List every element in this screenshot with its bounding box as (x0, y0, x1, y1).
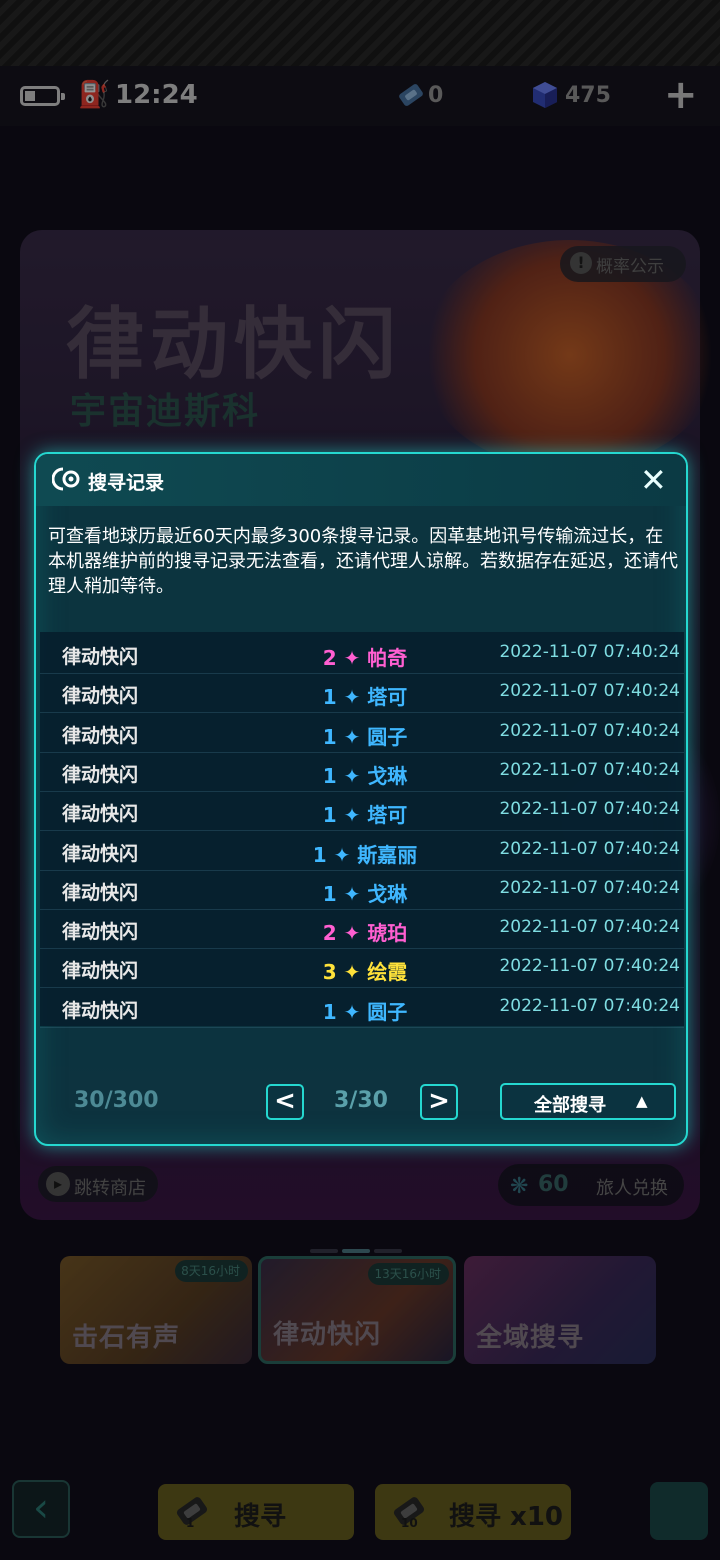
record-character: 圆子 (367, 999, 408, 1024)
record-time: 2022-11-07 07:40:24 (499, 877, 680, 898)
record-time: 2022-11-07 07:40:24 (499, 956, 680, 977)
star-icon: ✦ (336, 881, 368, 906)
star-icon: ✦ (326, 842, 358, 867)
record-character: 戈琳 (367, 881, 408, 906)
record-character: 戈琳 (367, 763, 408, 788)
record-result: 1 ✦ 斯嘉丽 (250, 839, 480, 868)
table-row: 律动快闪 1 ✦ 塔可 2022-11-07 07:40:24 (40, 673, 684, 714)
record-result: 1 ✦ 塔可 (250, 799, 480, 828)
page-indicator: 3/30 (334, 1088, 388, 1113)
record-stars: 1 (322, 881, 337, 906)
record-result: 1 ✦ 戈琳 (250, 760, 480, 789)
record-banner: 律动快闪 (62, 685, 139, 708)
star-icon: ✦ (336, 763, 368, 788)
record-stars: 1 (322, 724, 337, 749)
table-row: 律动快闪 1 ✦ 戈琳 2022-11-07 07:40:24 (40, 752, 684, 792)
record-time: 2022-11-07 07:40:24 (499, 838, 680, 859)
record-character: 绘霞 (367, 960, 408, 985)
table-row: 律动快闪 1 ✦ 戈琳 2022-11-07 07:40:24 (40, 870, 684, 910)
record-result: 1 ✦ 塔可 (250, 681, 480, 710)
record-character: 琥珀 (367, 921, 408, 946)
record-banner: 律动快闪 (62, 803, 139, 826)
record-banner: 律动快闪 (62, 921, 139, 944)
prev-page-button[interactable]: < (266, 1084, 304, 1120)
record-banner: 律动快闪 (62, 763, 139, 786)
modal-title: 搜寻记录 (88, 472, 165, 494)
record-result: 1 ✦ 圆子 (250, 721, 480, 750)
record-stars: 1 (322, 685, 337, 710)
table-row: 律动快闪 1 ✦ 圆子 2022-11-07 07:40:24 (40, 713, 684, 753)
record-banner: 律动快闪 (62, 724, 139, 747)
record-time: 2022-11-07 07:40:24 (499, 799, 680, 820)
record-banner: 律动快闪 (62, 960, 139, 983)
record-result: 2 ✦ 琥珀 (250, 917, 480, 946)
record-banner: 律动快闪 (62, 646, 139, 668)
table-row: 律动快闪 1 ✦ 塔可 2022-11-07 07:40:24 (40, 791, 684, 832)
record-stars: 1 (312, 842, 327, 867)
record-time: 2022-11-07 07:40:24 (499, 995, 680, 1016)
record-time: 2022-11-07 07:40:24 (499, 917, 680, 938)
record-time: 2022-11-07 07:40:24 (499, 759, 680, 780)
star-icon: ✦ (336, 803, 368, 828)
record-stars: 2 (322, 646, 337, 670)
record-result: 1 ✦ 戈琳 (250, 878, 480, 907)
filter-label: 全部搜寻 (534, 1095, 606, 1116)
record-banner: 律动快闪 (62, 842, 139, 865)
record-stars: 1 (322, 763, 337, 788)
record-banner: 律动快闪 (62, 881, 139, 904)
star-icon: ✦ (336, 646, 368, 670)
record-character: 帕奇 (367, 646, 408, 670)
record-character: 塔可 (367, 803, 408, 828)
record-stars: 3 (322, 960, 337, 985)
table-row: 律动快闪 3 ✦ 绘霞 2022-11-07 07:40:24 (40, 948, 684, 989)
record-character: 塔可 (367, 685, 408, 710)
close-icon[interactable]: ✕ (640, 460, 667, 500)
star-icon: ✦ (336, 921, 368, 946)
star-icon: ✦ (336, 724, 368, 749)
record-result: 1 ✦ 圆子 (250, 996, 480, 1025)
next-page-button[interactable]: > (420, 1084, 458, 1120)
table-row: 律动快闪 1 ✦ 斯嘉丽 2022-11-07 07:40:24 (40, 831, 684, 871)
records-count: 30/300 (74, 1088, 159, 1113)
star-icon: ✦ (336, 960, 368, 985)
record-character: 斯嘉丽 (357, 842, 418, 867)
record-time: 2022-11-07 07:40:24 (499, 720, 680, 741)
record-banner: 律动快闪 (62, 999, 139, 1022)
record-stars: 1 (322, 999, 337, 1024)
star-icon: ✦ (336, 999, 368, 1024)
records-logo-icon (52, 467, 80, 491)
record-character: 圆子 (367, 724, 408, 749)
record-time: 2022-11-07 07:40:24 (499, 681, 680, 702)
record-result: 3 ✦ 绘霞 (250, 956, 480, 985)
table-row: 律动快闪 2 ✦ 琥珀 2022-11-07 07:40:24 (40, 909, 684, 950)
record-stars: 2 (322, 921, 337, 946)
record-result: 2 ✦ 帕奇 (250, 642, 480, 671)
record-stars: 1 (322, 803, 337, 828)
star-icon: ✦ (336, 685, 368, 710)
caret-up-icon: ▲ (636, 1092, 648, 1110)
records-notice: 可查看地球历最近60天内最多300条搜寻记录。因革基地讯号传输流过长，在本机器维… (48, 526, 678, 597)
record-time: 2022-11-07 07:40:24 (499, 642, 680, 662)
table-row: 律动快闪 2 ✦ 帕奇 2022-11-07 07:40:24 (40, 634, 684, 674)
table-row: 律动快闪 1 ✦ 圆子 2022-11-07 07:40:24 (40, 988, 684, 1028)
